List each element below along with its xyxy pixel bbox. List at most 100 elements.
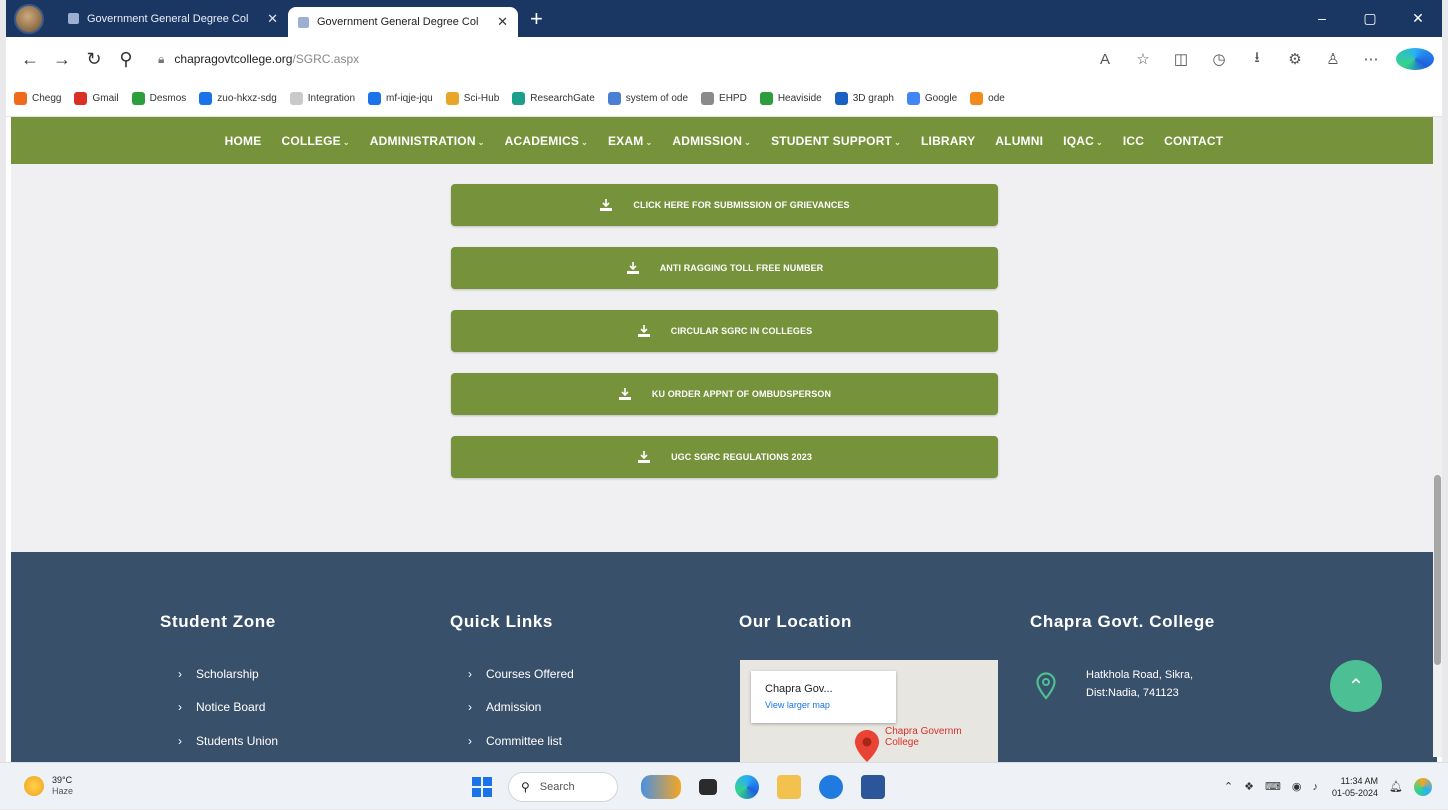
bookmark-item[interactable]: zuo-hkxz-sdg <box>199 92 277 105</box>
nav-item[interactable]: ADMINISTRATION ⌄ <box>370 134 485 148</box>
volume-icon[interactable]: ♪ <box>1312 781 1318 793</box>
bookmark-item[interactable]: ResearchGate <box>512 92 595 105</box>
task-view-icon[interactable] <box>699 778 717 795</box>
close-tab-icon[interactable]: ✕ <box>497 14 508 30</box>
weather-condition: Haze <box>52 786 74 796</box>
nav-item[interactable]: CONTACT <box>1164 134 1223 148</box>
nav-label: ADMISSION <box>672 133 743 148</box>
minimize-button[interactable]: – <box>1298 10 1346 27</box>
windows-start-icon[interactable] <box>472 776 492 797</box>
scrollbar-thumb[interactable] <box>1434 475 1441 665</box>
forward-arrow-icon[interactable]: → <box>46 49 78 70</box>
bookmark-item[interactable]: Sci-Hub <box>445 92 499 105</box>
close-tab-icon[interactable]: ✕ <box>267 11 278 27</box>
nav-item[interactable]: ICC <box>1123 134 1144 148</box>
download-button[interactable]: KU ORDER APPNT OF OMBUDSPERSON <box>451 373 998 415</box>
profile-avatar[interactable] <box>14 3 44 34</box>
bookmark-item[interactable]: Desmos <box>131 92 186 105</box>
bookmark-item[interactable]: Heaviside <box>759 92 822 105</box>
nav-item[interactable]: ALUMNI <box>995 134 1043 148</box>
clock[interactable]: 11:34 AM 01-05-2024 <box>1332 775 1378 799</box>
copilot-icon[interactable] <box>1396 48 1434 70</box>
download-button[interactable]: ANTI RAGGING TOLL FREE NUMBER <box>451 247 998 289</box>
view-larger-map-link[interactable]: View larger map <box>765 700 896 710</box>
split-screen-icon[interactable]: ◫ <box>1162 50 1200 68</box>
bookmark-item[interactable]: EHPD <box>701 92 747 105</box>
bookmark-item[interactable]: mf-iqje-jqu <box>368 92 433 105</box>
bookmark-item[interactable]: Chegg <box>14 92 61 105</box>
word-icon[interactable] <box>861 774 885 799</box>
bookmark-item[interactable]: Google <box>906 92 958 105</box>
edge-browser-icon[interactable] <box>735 774 759 799</box>
chevron-up-icon[interactable]: ⌃ <box>1224 780 1233 793</box>
nav-item[interactable]: LIBRARY <box>921 134 975 148</box>
bookmark-item[interactable]: system of ode <box>607 92 688 105</box>
page-scrollbar[interactable] <box>1433 117 1442 757</box>
nav-item[interactable]: HOME <box>225 134 262 148</box>
download-button-label: CIRCULAR SGRC IN COLLEGES <box>670 326 813 336</box>
file-explorer-icon[interactable] <box>777 774 801 799</box>
history-icon[interactable]: ◷ <box>1200 50 1238 68</box>
wifi-icon[interactable]: ◉ <box>1292 780 1302 793</box>
site-footer: Student Zone › Scholarship › Notice Board … <box>11 552 1437 762</box>
refresh-icon[interactable]: ↻ <box>78 49 110 70</box>
url-field[interactable]: 🔒︎ chapragovtcollege.org/SGRC.aspx <box>158 44 938 74</box>
nav-item[interactable]: IQAC ⌄ <box>1063 134 1103 148</box>
notification-bell-icon[interactable]: 🔔︎ <box>1389 780 1403 793</box>
browser-tab[interactable]: Government General Degree Col ✕ <box>58 0 288 37</box>
system-tray: ⌃ ❖ ⌨ ◉ ♪ 11:34 AM 01-05-2024 🔔︎ <box>1213 763 1432 810</box>
nav-item[interactable]: STUDENT SUPPORT ⌄ <box>771 134 901 148</box>
download-button[interactable]: UGC SGRC REGULATIONS 2023 <box>451 436 998 478</box>
bookmark-item[interactable]: Integration <box>289 92 355 105</box>
footer-link-scholarship[interactable]: › Scholarship <box>178 667 259 681</box>
map-info-card: Chapra Gov... View larger map <box>751 671 896 723</box>
downloads-icon[interactable]: ⭳ <box>1238 47 1276 72</box>
back-arrow-icon[interactable]: ← <box>14 49 46 70</box>
restore-button[interactable]: ▢ <box>1346 10 1394 27</box>
url-host: chapragovtcollege.org <box>174 52 293 66</box>
download-button[interactable]: CIRCULAR SGRC IN COLLEGES <box>451 310 998 352</box>
embedded-map[interactable]: Chapra Gov... View larger map Chapra Gov… <box>740 660 998 762</box>
chevron-right-icon: › <box>468 667 472 681</box>
bookmark-item[interactable]: 3D graph <box>834 92 894 105</box>
footer-link-students-union[interactable]: › Students Union <box>178 734 278 748</box>
bookmark-label: Google <box>924 93 958 104</box>
nav-item[interactable]: COLLEGE ⌄ <box>281 134 349 148</box>
footer-link-courses[interactable]: › Courses Offered <box>468 667 574 681</box>
bookmark-item[interactable]: Gmail <box>74 92 119 105</box>
more-menu-icon[interactable]: ⋯ <box>1352 50 1390 68</box>
bookmark-label: mf-iqje-jqu <box>386 93 433 104</box>
taskbar-search[interactable]: ⚲ Search <box>508 771 618 802</box>
whatsapp-icon[interactable] <box>819 774 843 799</box>
close-window-button[interactable]: ✕ <box>1394 10 1442 27</box>
footer-link-committee[interactable]: › Committee list <box>468 734 562 748</box>
read-aloud-icon[interactable]: A <box>1086 51 1124 68</box>
browser-tab-active[interactable]: Government General Degree Col ✕ <box>288 7 518 37</box>
nav-item[interactable]: ACADEMICS ⌄ <box>505 134 588 148</box>
scroll-to-top-button[interactable]: ⌃ <box>1330 660 1382 712</box>
profile-icon[interactable]: ♙ <box>1314 50 1352 68</box>
dropbox-icon[interactable]: ❖ <box>1244 780 1254 793</box>
nav-item[interactable]: ADMISSION ⌄ <box>672 134 751 148</box>
bookmark-label: 3D graph <box>852 93 894 104</box>
new-tab-button[interactable]: + <box>530 7 543 30</box>
tab-strip: Government General Degree Col ✕ Governme… <box>6 0 1442 37</box>
nav-item[interactable]: EXAM ⌄ <box>608 134 652 148</box>
bookmark-item[interactable]: ode <box>970 92 1005 105</box>
widgets-icon[interactable] <box>641 774 681 799</box>
browser-window: Government General Degree Col ✕ Governme… <box>6 0 1442 809</box>
favorite-star-icon[interactable]: ☆ <box>1124 50 1162 68</box>
lock-icon[interactable]: 🔒︎ <box>158 52 164 67</box>
search-icon[interactable]: ⚲ <box>110 49 142 70</box>
extensions-icon[interactable]: ⚙ <box>1276 50 1314 68</box>
copilot-taskbar-icon[interactable] <box>1414 777 1432 796</box>
keyboard-icon[interactable]: ⌨ <box>1265 780 1281 793</box>
bookmark-favicon-icon <box>970 92 984 105</box>
download-button[interactable]: CLICK HERE FOR SUBMISSION OF GRIEVANCES <box>451 184 998 226</box>
location-pin-icon <box>1036 672 1056 700</box>
bookmarks-bar: Chegg Gmail Desmos zuo-hkxz-sdg Integration m… <box>6 81 1442 117</box>
footer-link-admission[interactable]: › Admission <box>468 700 541 714</box>
weather-widget[interactable]: 39°C Haze <box>24 775 73 797</box>
footer-link-notice-board[interactable]: › Notice Board <box>178 700 265 714</box>
map-pin-icon[interactable] <box>855 730 879 762</box>
